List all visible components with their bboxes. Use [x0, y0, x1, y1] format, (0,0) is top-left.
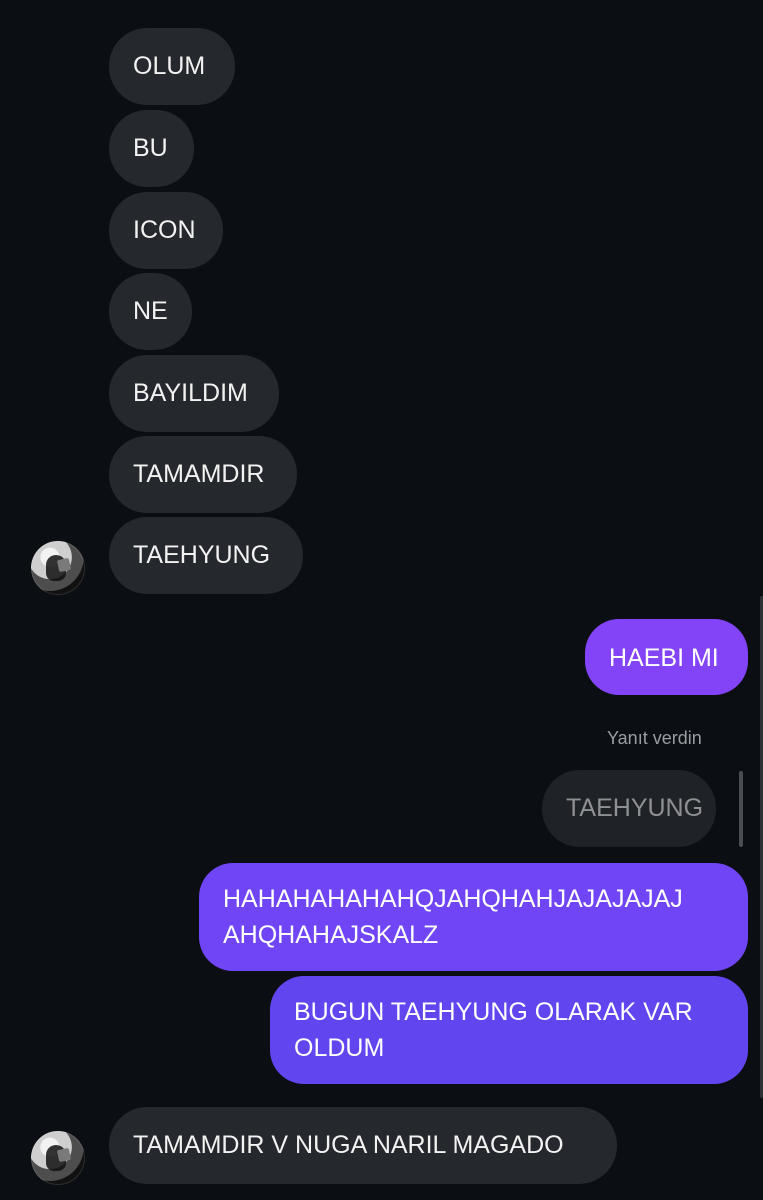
message-text: TAMAMDIR — [133, 460, 265, 488]
outgoing-message[interactable]: BUGUN TAEHYUNG OLARAK VAR OLDUM — [270, 976, 748, 1084]
outgoing-message[interactable]: HAHAHAHAHAHQJAHQHAHJAJAJAJAJ AHQHAHAJSKA… — [199, 863, 748, 971]
message-line: HAHAHAHAHAHQJAHQHAHJAJAJAJAJ — [223, 885, 683, 913]
message-text: OLUM — [133, 52, 206, 80]
message-text: HAEBI MI — [609, 644, 719, 672]
message-line: AHQHAHAJSKALZ — [223, 921, 439, 949]
incoming-message[interactable]: TAMAMDIR V NUGA NARIL MAGADO — [109, 1107, 617, 1184]
incoming-message[interactable]: NE — [109, 273, 192, 350]
reply-status: Yanıt verdin — [607, 728, 702, 748]
message-text: NE — [133, 297, 168, 325]
message-text: TAMAMDIR V NUGA NARIL MAGADO — [133, 1131, 564, 1159]
reply-preview-message[interactable]: TAEHYUNG — [542, 770, 716, 847]
message-text: ICON — [133, 216, 196, 244]
incoming-message[interactable]: TAMAMDIR — [109, 436, 297, 513]
incoming-message[interactable]: BAYILDIM — [109, 355, 279, 432]
scrollbar-thumb[interactable] — [739, 771, 743, 847]
message-line: OLDUM — [294, 1034, 385, 1062]
incoming-message[interactable]: TAEHYUNG — [109, 517, 303, 594]
sender-avatar-icon[interactable] — [31, 541, 85, 595]
incoming-message[interactable]: BU — [109, 110, 194, 187]
message-text: BAYILDIM — [133, 379, 248, 407]
incoming-message[interactable]: OLUM — [109, 28, 235, 105]
outgoing-message[interactable]: HAEBI MI — [585, 619, 748, 695]
message-line: BUGUN TAEHYUNG OLARAK VAR — [294, 998, 693, 1026]
message-text: TAEHYUNG — [133, 541, 271, 569]
incoming-message[interactable]: ICON — [109, 192, 223, 269]
message-text: TAEHYUNG — [566, 794, 704, 822]
message-text: BU — [133, 134, 168, 162]
sender-avatar-icon[interactable] — [31, 1131, 85, 1185]
